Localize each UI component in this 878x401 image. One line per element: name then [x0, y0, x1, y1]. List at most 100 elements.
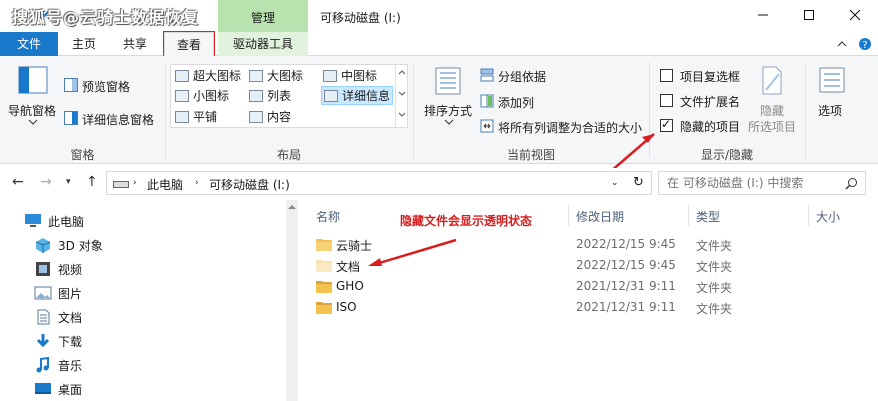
file-list: 名称 修改日期 类型 大小 云骑士 2022/12/15 9:45 文件夹 文档…: [300, 200, 878, 401]
annotation-arrow-icon: [368, 238, 457, 266]
preview-pane-button[interactable]: 预览窗格: [82, 78, 130, 95]
nav-item-this-pc[interactable]: 此电脑: [24, 210, 84, 232]
add-column-button[interactable]: 添加列: [498, 94, 534, 111]
minimize-button[interactable]: [740, 0, 786, 30]
address-bar[interactable]: › 此电脑 › 可移动磁盘 (I:) ⌄ ↻: [106, 171, 652, 195]
options-icon: [819, 67, 845, 93]
nav-item-label: 音乐: [58, 358, 83, 373]
details-pane-button[interactable]: 详细信息窗格: [82, 111, 154, 128]
layout-tiles[interactable]: 平铺: [175, 108, 217, 125]
search-box[interactable]: [658, 171, 866, 195]
up-button[interactable]: ↑: [86, 174, 98, 190]
watermark: 搜狐号@云骑士数据恢复: [12, 8, 200, 27]
column-header-name[interactable]: 名称: [316, 208, 340, 225]
layout-label: 列表: [267, 89, 292, 103]
divider: [413, 62, 414, 158]
group-label-layout: 布局: [276, 148, 301, 162]
column-divider[interactable]: [688, 204, 689, 226]
file-name: ISO: [336, 300, 357, 314]
layout-gallery-scroll[interactable]: [395, 65, 407, 127]
nav-pane-button[interactable]: 导航窗格: [8, 102, 56, 119]
item-checkboxes-label: 项目复选框: [680, 70, 741, 84]
breadcrumb-this-pc[interactable]: 此电脑: [147, 176, 183, 193]
nav-item-pictures[interactable]: 图片: [34, 282, 82, 304]
column-divider[interactable]: [808, 204, 809, 226]
tab-file[interactable]: 文件: [0, 32, 58, 56]
folder-icon: [316, 281, 332, 293]
search-input[interactable]: [667, 175, 837, 191]
item-checkboxes-checkbox[interactable]: [660, 69, 673, 82]
sort-by-button[interactable]: 排序方式: [424, 102, 472, 119]
file-type: 文件夹: [696, 260, 733, 274]
layout-small-icons[interactable]: 小图标: [175, 87, 229, 104]
music-icon: [36, 357, 49, 373]
maximize-button[interactable]: [786, 0, 832, 30]
refresh-icon[interactable]: ↻: [633, 175, 644, 190]
navigation-scrollbar[interactable]: [286, 200, 298, 401]
search-icon[interactable]: [845, 177, 858, 190]
tab-drive-tools[interactable]: 驱动器工具: [218, 32, 308, 56]
layout-extra-large-icons[interactable]: 超大图标: [175, 67, 241, 84]
file-row[interactable]: ISO 2021/12/31 9:11 文件夹: [310, 297, 870, 318]
layout-large-icons[interactable]: 大图标: [249, 67, 303, 84]
column-divider[interactable]: [568, 204, 569, 226]
download-icon: [36, 334, 50, 348]
nav-item-label: 图片: [58, 286, 83, 301]
add-column-icon: [480, 94, 494, 108]
hide-selected-button[interactable]: 隐藏: [760, 102, 784, 119]
cube-icon: [35, 238, 51, 253]
forward-button[interactable]: →: [40, 174, 52, 190]
recent-locations-button[interactable]: ▾: [66, 177, 71, 187]
options-button[interactable]: 选项: [818, 102, 842, 119]
layout-icon: [249, 69, 263, 82]
arrow-left-icon: ←: [12, 174, 24, 190]
nav-item-label: 桌面: [58, 382, 83, 397]
nav-item-downloads[interactable]: 下载: [34, 330, 82, 352]
context-tab-group-label: 管理: [250, 11, 275, 25]
tab-share[interactable]: 共享: [112, 32, 158, 56]
desktop-icon: [35, 383, 51, 394]
file-type: 文件夹: [696, 302, 733, 316]
gallery-arrows-icon: [398, 70, 406, 117]
nav-item-3d-objects[interactable]: 3D 对象: [34, 234, 103, 256]
nav-item-videos[interactable]: 视频: [34, 258, 82, 280]
nav-item-documents[interactable]: 文档: [34, 306, 82, 328]
back-button[interactable]: ←: [12, 174, 24, 190]
chevron-down-icon: ▾: [66, 177, 71, 187]
navigation-pane: 此电脑 3D 对象 视频 图片 文档 下载 音乐 桌面: [0, 200, 290, 401]
layout-label: 大图标: [267, 69, 304, 83]
layout-medium-icons[interactable]: 中图标: [323, 67, 377, 84]
file-name: 文档: [336, 260, 361, 274]
layout-details[interactable]: 详细信息: [321, 86, 394, 105]
layout-label: 中图标: [341, 69, 378, 83]
column-header-type[interactable]: 类型: [696, 208, 720, 225]
nav-item-music[interactable]: 音乐: [34, 354, 82, 376]
hide-selected-sublabel: 所选项目: [748, 120, 797, 134]
breadcrumb-removable-disk[interactable]: 可移动磁盘 (I:): [209, 176, 290, 193]
layout-icon: [323, 69, 337, 82]
tab-home[interactable]: 主页: [62, 32, 106, 56]
nav-item-label: 3D 对象: [58, 238, 103, 253]
column-header-size[interactable]: 大小: [816, 208, 840, 225]
hidden-items-label: 隐藏的项目: [680, 120, 741, 134]
file-type: 文件夹: [696, 281, 733, 295]
layout-content[interactable]: 内容: [249, 108, 291, 125]
file-extensions-checkbox[interactable]: [660, 94, 673, 107]
file-name: GHO: [336, 279, 364, 293]
layout-list[interactable]: 列表: [249, 87, 291, 104]
nav-item-label: 视频: [58, 262, 83, 277]
folder-icon: [316, 302, 332, 314]
help-icon[interactable]: ?: [858, 37, 872, 51]
layout-icon: [175, 110, 189, 123]
address-dropdown[interactable]: ⌄: [611, 178, 619, 188]
column-header-date[interactable]: 修改日期: [576, 208, 624, 225]
group-by-button[interactable]: 分组依据: [498, 68, 546, 85]
tab-view[interactable]: 查看: [163, 31, 215, 57]
file-date: 2022/12/15 9:45: [576, 258, 676, 272]
hide-selected-icon: [762, 66, 782, 95]
chevron-up-icon[interactable]: [836, 38, 848, 50]
file-row[interactable]: GHO 2021/12/31 9:11 文件夹: [310, 276, 870, 297]
nav-item-desktop[interactable]: 桌面: [34, 378, 82, 400]
close-button[interactable]: [832, 0, 878, 30]
fit-columns-icon: [480, 119, 494, 133]
